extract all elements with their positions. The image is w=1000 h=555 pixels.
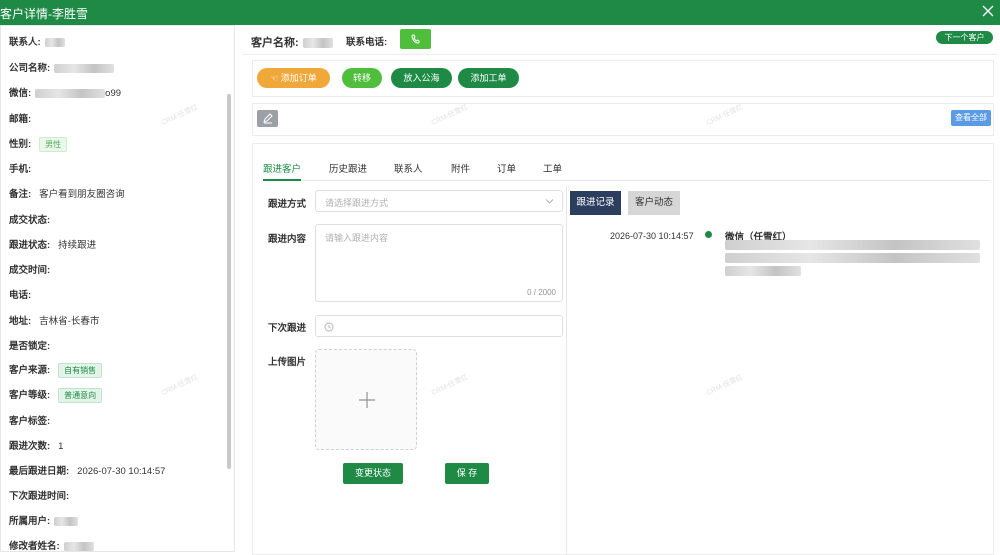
upload-label: 上传图片 bbox=[268, 357, 307, 368]
redacted-record-line bbox=[725, 266, 801, 276]
field-follow-count: 跟进次数: 1 bbox=[9, 441, 64, 452]
close-icon[interactable] bbox=[980, 3, 996, 19]
change-status-button[interactable]: 变更状态 bbox=[343, 463, 403, 484]
field-remark: 备注: 客户看到朋友圈咨询 bbox=[9, 189, 125, 200]
customer-detail-panel: 联系人: 公司名称: 微信: o99 邮箱: 性别: 男性 手机: 备注: 客户看到朋… bbox=[0, 25, 235, 552]
field-company: 公司名称: bbox=[9, 60, 115, 74]
next-follow-label: 下次跟进 bbox=[268, 323, 307, 334]
transfer-button[interactable]: 转移 bbox=[342, 68, 382, 88]
add-ticket-button[interactable]: 添加工单 bbox=[458, 68, 519, 88]
redacted-value bbox=[63, 541, 94, 551]
redacted-record-line bbox=[725, 253, 980, 263]
redacted-value bbox=[35, 88, 106, 98]
field-phone: 电话: bbox=[9, 290, 32, 301]
field-deal-time: 成交时间: bbox=[9, 265, 51, 276]
tab-follow-customer[interactable]: 跟进客户 bbox=[263, 161, 301, 175]
tab-tickets[interactable]: 工单 bbox=[543, 161, 562, 175]
hand-icon: ☜ bbox=[270, 73, 279, 83]
content-label: 跟进内容 bbox=[268, 234, 307, 245]
scrollbar[interactable] bbox=[227, 94, 231, 469]
content-textarea[interactable]: 请输入跟进内容 0 / 2000 bbox=[315, 224, 563, 302]
field-last-follow: 最后跟进日期: 2026-07-30 10:14:57 bbox=[9, 466, 166, 477]
tab-orders[interactable]: 订单 bbox=[497, 161, 516, 175]
field-email: 邮箱: bbox=[9, 114, 32, 125]
field-level: 客户等级: 普通意向 bbox=[9, 387, 103, 403]
redacted-value bbox=[54, 63, 115, 73]
field-gender: 性别: 男性 bbox=[9, 136, 68, 152]
customer-name: 客户名称: bbox=[251, 34, 333, 50]
edit-button[interactable] bbox=[257, 110, 278, 127]
field-mobile: 手机: bbox=[9, 164, 32, 175]
field-contact: 联系人: bbox=[9, 34, 65, 48]
char-counter: 0 / 2000 bbox=[527, 288, 556, 297]
next-customer-button[interactable]: 下一个客户 bbox=[936, 31, 993, 44]
field-follow-status: 跟进状态: 持续跟进 bbox=[9, 240, 97, 251]
redacted-value bbox=[54, 516, 79, 526]
gender-tag: 男性 bbox=[39, 137, 68, 152]
tab-history[interactable]: 历史跟进 bbox=[329, 161, 367, 175]
tab-follow-records[interactable]: 跟进记录 bbox=[570, 191, 621, 215]
active-tab-indicator bbox=[263, 179, 301, 181]
tab-contacts[interactable]: 联系人 bbox=[394, 161, 423, 175]
window-title: 客户详情-李胜雪 bbox=[0, 7, 88, 21]
method-label: 跟进方式 bbox=[268, 199, 307, 210]
add-order-button[interactable]: ☜ 添加订单 bbox=[257, 68, 330, 88]
field-modifier: 修改者姓名: bbox=[9, 538, 94, 551]
field-next-follow: 下次跟进时间: bbox=[9, 491, 70, 502]
image-upload-area[interactable] bbox=[315, 349, 417, 450]
view-all-button[interactable]: 查看全部 bbox=[951, 110, 991, 126]
field-wechat: 微信: o99 bbox=[9, 88, 122, 99]
field-address: 地址: 吉林省-长春市 bbox=[9, 316, 100, 327]
field-owner: 所属用户: bbox=[9, 513, 79, 527]
field-locked: 是否锁定: bbox=[9, 341, 51, 352]
clock-icon bbox=[324, 322, 334, 332]
redacted-value bbox=[44, 37, 65, 47]
panel-divider bbox=[566, 186, 567, 555]
redacted-record-line bbox=[725, 240, 980, 250]
timeline-dot bbox=[705, 231, 712, 238]
customer-header: 客户名称: 联系电话: 下一个客户 bbox=[242, 25, 997, 55]
redacted-value bbox=[302, 38, 333, 49]
tab-attachments[interactable]: 附件 bbox=[451, 161, 470, 175]
field-source: 客户来源: 自有销售 bbox=[9, 362, 103, 378]
phone-icon bbox=[411, 34, 420, 44]
to-public-pool-button[interactable]: 放入公海 bbox=[391, 68, 452, 88]
action-bar: ☜ 添加订单 转移 放入公海 添加工单 bbox=[252, 60, 994, 97]
phone-label: 联系电话: bbox=[346, 37, 388, 48]
next-follow-datepicker[interactable] bbox=[315, 315, 563, 337]
tab-divider bbox=[263, 180, 990, 181]
level-tag: 普通意向 bbox=[58, 388, 103, 403]
source-tag: 自有销售 bbox=[58, 363, 103, 378]
title-bar: 客户详情-李胜雪 bbox=[0, 0, 1000, 25]
field-tags: 客户标签: bbox=[9, 416, 51, 427]
tab-customer-dynamics[interactable]: 客户动态 bbox=[628, 191, 680, 215]
record-time: 2026-07-30 10:14:57 bbox=[610, 231, 694, 241]
edit-bar: 查看全部 bbox=[252, 103, 994, 136]
save-button[interactable]: 保 存 bbox=[445, 463, 489, 484]
chevron-down-icon bbox=[545, 199, 554, 204]
field-deal-status: 成交状态: bbox=[9, 215, 51, 226]
method-select[interactable]: 请选择跟进方式 bbox=[315, 190, 563, 212]
edit-icon bbox=[263, 113, 273, 124]
plus-icon bbox=[359, 392, 375, 408]
call-button[interactable] bbox=[400, 29, 431, 49]
